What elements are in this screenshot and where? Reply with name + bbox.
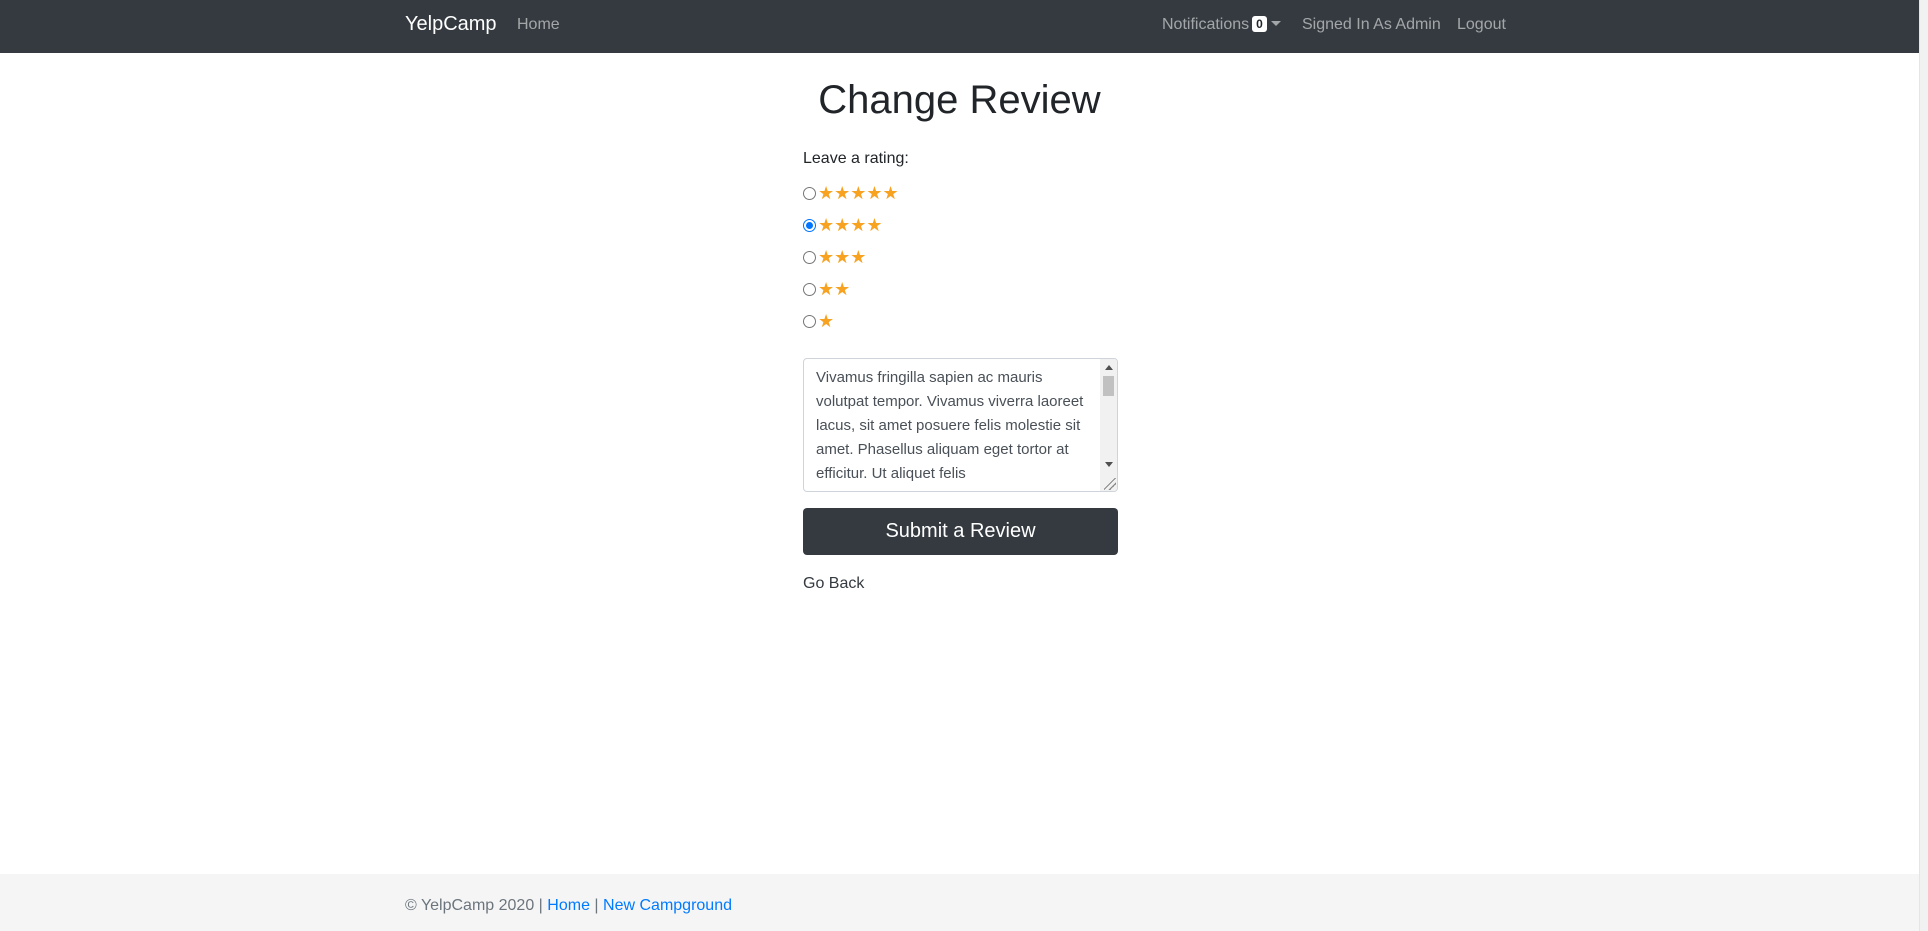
two-stars-icon: ★★: [818, 279, 851, 299]
rating-option-3[interactable]: ★★★: [803, 241, 1118, 273]
footer-new-campground-link[interactable]: New Campground: [603, 897, 732, 914]
signed-in-status: Signed In As Admin: [1302, 16, 1441, 33]
review-textarea[interactable]: Vivamus fringilla sapien ac mauris volut…: [803, 358, 1118, 492]
textarea-scrollbar[interactable]: [1100, 359, 1117, 491]
footer-text: © YelpCamp 2020 | Home | New Campground: [405, 897, 732, 915]
scroll-up-icon[interactable]: [1105, 365, 1113, 370]
four-stars-icon: ★★★★: [818, 215, 883, 235]
rating-label: Leave a rating:: [803, 150, 909, 167]
five-stars-icon: ★★★★★: [818, 183, 899, 203]
navbar: YelpCamp Home Notifications 0 Signed In A…: [0, 0, 1919, 53]
logout-link[interactable]: Logout: [1457, 16, 1506, 34]
rating-radio-2[interactable]: [803, 282, 816, 296]
rating-option-1[interactable]: ★: [803, 305, 1118, 337]
notification-count-badge: 0: [1252, 16, 1267, 32]
nav-home-link[interactable]: Home: [517, 16, 560, 34]
scroll-down-icon[interactable]: [1105, 462, 1113, 467]
notifications-label: Notifications: [1162, 16, 1250, 33]
copyright-text: © YelpCamp 2020 |: [405, 897, 543, 914]
page-title: Change Review: [818, 78, 1101, 122]
page-scrollbar[interactable]: [1919, 0, 1928, 931]
caret-down-icon: [1270, 21, 1281, 26]
rating-option-4[interactable]: ★★★★: [803, 209, 1118, 241]
scroll-thumb[interactable]: [1103, 376, 1114, 396]
one-star-icon: ★: [818, 311, 835, 331]
rating-option-5[interactable]: ★★★★★: [803, 177, 1118, 209]
footer: © YelpCamp 2020 | Home | New Campground: [0, 874, 1919, 931]
rating-radio-5[interactable]: [803, 186, 816, 200]
review-text: Vivamus fringilla sapien ac mauris volut…: [816, 369, 1084, 482]
resize-grip-icon[interactable]: [1104, 478, 1116, 490]
rating-options: ★★★★★ ★★★★ ★★★ ★★ ★: [803, 177, 1118, 337]
brand-link[interactable]: YelpCamp: [405, 13, 497, 36]
rating-radio-4[interactable]: [803, 218, 816, 232]
footer-separator: |: [594, 897, 599, 914]
footer-home-link[interactable]: Home: [547, 897, 590, 914]
submit-review-button[interactable]: Submit a Review: [803, 508, 1118, 555]
notifications-dropdown[interactable]: Notifications 0: [1162, 16, 1281, 34]
rating-radio-1[interactable]: [803, 314, 816, 328]
three-stars-icon: ★★★: [818, 247, 867, 267]
rating-radio-3[interactable]: [803, 250, 816, 264]
rating-option-2[interactable]: ★★: [803, 273, 1118, 305]
go-back-link[interactable]: Go Back: [803, 575, 864, 593]
review-form: Leave a rating: ★★★★★ ★★★★ ★★★ ★★ ★ Viva…: [803, 150, 1118, 592]
